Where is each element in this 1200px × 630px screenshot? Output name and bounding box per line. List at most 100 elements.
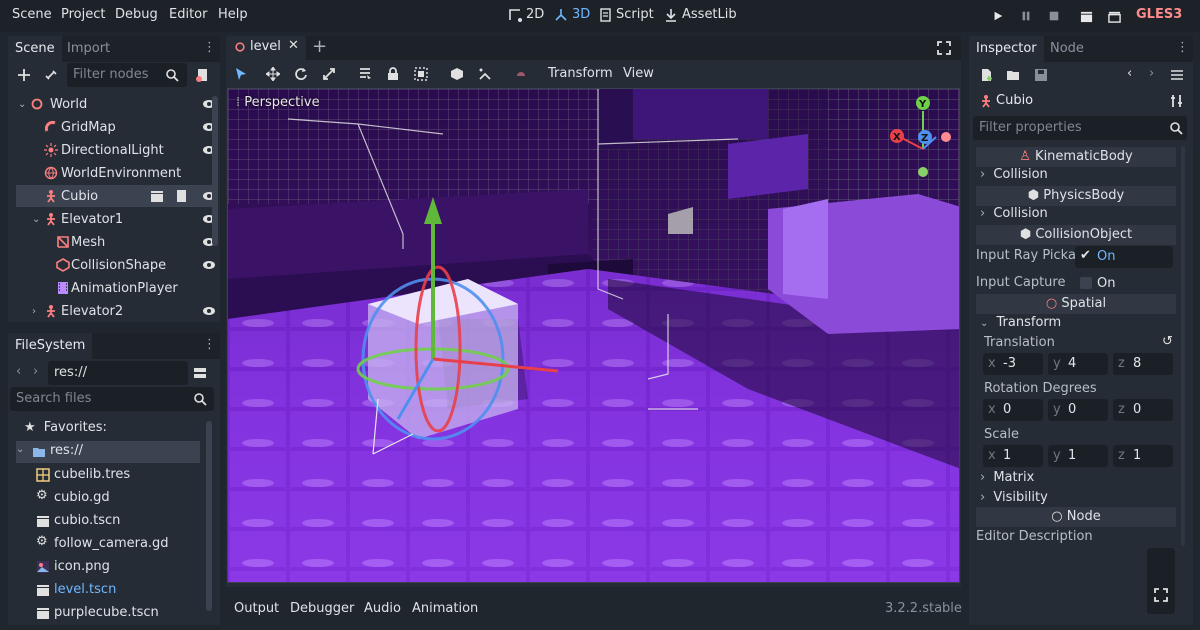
group-icon[interactable] bbox=[414, 67, 428, 81]
view-menu[interactable]: View bbox=[623, 66, 654, 81]
scene-tree-scrollbar[interactable] bbox=[212, 96, 218, 246]
tree-row-world[interactable]: ⌄ World bbox=[16, 93, 216, 115]
tree-row-directional-light[interactable]: DirectionalLight bbox=[16, 139, 216, 161]
section-node[interactable]: ○ Node bbox=[976, 507, 1176, 527]
3d-scene-render[interactable]: Y X Z bbox=[228, 89, 960, 583]
snap-icon[interactable] bbox=[478, 67, 492, 81]
tab-debugger[interactable]: Debugger bbox=[290, 601, 354, 616]
collapse-arrow-icon[interactable]: ⌄ bbox=[18, 99, 26, 110]
dock-menu-icon[interactable]: ⋮ bbox=[1176, 40, 1189, 55]
expand-editor-icon[interactable] bbox=[1154, 588, 1168, 602]
play-button[interactable] bbox=[990, 8, 1006, 24]
rotation-x-field[interactable]: x0 bbox=[983, 399, 1043, 421]
mode-assetlib-button[interactable]: AssetLib bbox=[664, 7, 737, 22]
translation-z-field[interactable]: z8 bbox=[1113, 353, 1173, 375]
stop-button[interactable] bbox=[1046, 8, 1062, 24]
visibility-eye-icon[interactable] bbox=[202, 304, 216, 318]
tree-row-world-environment[interactable]: WorldEnvironment bbox=[16, 162, 216, 184]
tree-row-cubio[interactable]: Cubio bbox=[16, 185, 216, 207]
mode-3d-button[interactable]: 3D bbox=[554, 7, 590, 22]
list-select-icon[interactable] bbox=[358, 67, 372, 81]
camera-preview-icon[interactable] bbox=[514, 67, 528, 81]
tab-audio[interactable]: Audio bbox=[364, 601, 401, 616]
section-physics-body[interactable]: ⬢ PhysicsBody bbox=[976, 186, 1176, 206]
move-icon[interactable] bbox=[266, 67, 280, 81]
menu-help[interactable]: Help bbox=[218, 7, 248, 22]
tree-row-elevator1[interactable]: ⌄ Elevator1 bbox=[16, 208, 216, 230]
dock-menu-icon[interactable]: ⋮ bbox=[203, 337, 216, 352]
section-transform[interactable]: ⌄ Transform bbox=[980, 315, 1061, 330]
search-files-input[interactable]: Search files bbox=[10, 387, 214, 411]
tree-row-mesh[interactable]: Mesh bbox=[16, 231, 216, 253]
tools-icon[interactable] bbox=[1170, 94, 1184, 108]
tab-node[interactable]: Node bbox=[1043, 36, 1091, 62]
section-collision-1[interactable]: › Collision bbox=[980, 167, 1048, 182]
tab-import[interactable]: Import bbox=[60, 36, 117, 62]
local-space-icon[interactable] bbox=[450, 67, 464, 81]
menu-debug[interactable]: Debug bbox=[115, 7, 158, 22]
input-ray-pickable-checkbox[interactable]: ✔ On bbox=[1075, 246, 1173, 268]
lock-icon[interactable] bbox=[386, 67, 400, 81]
tree-row-collision-shape[interactable]: CollisionShape bbox=[16, 254, 216, 276]
split-view-icon[interactable] bbox=[193, 366, 207, 380]
pause-button[interactable] bbox=[1018, 8, 1034, 24]
renderer-label[interactable]: GLES3 bbox=[1136, 7, 1182, 22]
section-collision-object[interactable]: ⬢ CollisionObject bbox=[976, 225, 1176, 245]
rotation-z-field[interactable]: z0 bbox=[1113, 399, 1173, 421]
scale-y-field[interactable]: y1 bbox=[1048, 445, 1108, 467]
revert-icon[interactable]: ↺ bbox=[1162, 334, 1173, 349]
select-arrow-icon[interactable] bbox=[234, 67, 248, 81]
tab-filesystem[interactable]: FileSystem bbox=[8, 333, 93, 359]
path-field[interactable]: res:// bbox=[48, 361, 188, 385]
expand-arrow-icon[interactable]: › bbox=[32, 306, 36, 317]
tab-inspector[interactable]: Inspector bbox=[969, 36, 1044, 62]
inspector-scrollbar[interactable] bbox=[1181, 146, 1185, 546]
collapse-arrow-icon[interactable]: ⌄ bbox=[16, 444, 24, 455]
translation-x-field[interactable]: x -3 bbox=[983, 353, 1043, 375]
menu-project[interactable]: Project bbox=[61, 7, 105, 22]
dock-menu-icon[interactable]: ⋮ bbox=[203, 40, 216, 55]
transform-menu[interactable]: Transform bbox=[548, 66, 613, 81]
forward-arrow-icon[interactable]: › bbox=[33, 364, 38, 379]
visibility-eye-icon[interactable] bbox=[202, 258, 216, 272]
play-custom-scene-button[interactable] bbox=[1106, 8, 1122, 24]
open-folder-icon[interactable] bbox=[1006, 68, 1020, 82]
translation-y-field[interactable]: y4 bbox=[1048, 353, 1108, 375]
3d-viewport[interactable]: Y X Z ⁞ Perspective bbox=[227, 88, 960, 583]
section-collision-2[interactable]: › Collision bbox=[980, 206, 1048, 221]
mode-script-button[interactable]: Script bbox=[598, 7, 654, 22]
back-arrow-icon[interactable]: ‹ bbox=[16, 364, 21, 379]
filesystem-scrollbar[interactable] bbox=[206, 421, 212, 611]
tree-row-animation-player[interactable]: AnimationPlayer bbox=[16, 277, 216, 299]
scale-icon[interactable] bbox=[322, 67, 336, 81]
list-item-res-root[interactable]: ⌄ res:// bbox=[16, 441, 200, 463]
tab-output[interactable]: Output bbox=[234, 601, 279, 616]
link-icon[interactable] bbox=[44, 68, 58, 82]
section-matrix[interactable]: › Matrix bbox=[980, 470, 1034, 485]
scale-x-field[interactable]: x1 bbox=[983, 445, 1043, 467]
new-tab-plus-icon[interactable]: + bbox=[312, 36, 327, 57]
new-resource-icon[interactable] bbox=[979, 68, 993, 82]
scale-z-field[interactable]: z1 bbox=[1113, 445, 1173, 467]
script-icon[interactable] bbox=[174, 189, 188, 203]
close-icon[interactable]: ✕ bbox=[288, 38, 299, 53]
viewport-perspective-label[interactable]: ⁞ Perspective bbox=[236, 95, 320, 110]
object-properties-icon[interactable] bbox=[1170, 68, 1184, 82]
section-visibility[interactable]: › Visibility bbox=[980, 490, 1048, 505]
tab-scene[interactable]: Scene bbox=[8, 36, 62, 62]
history-forward-icon[interactable]: › bbox=[1149, 66, 1154, 81]
section-kinematic-body[interactable]: ♙ KinematicBody bbox=[976, 147, 1176, 167]
collapse-arrow-icon[interactable]: ⌄ bbox=[32, 214, 40, 225]
filter-properties-input[interactable]: Filter properties bbox=[973, 116, 1187, 140]
input-capture-checkbox[interactable]: On bbox=[1075, 273, 1173, 295]
menu-scene[interactable]: Scene bbox=[12, 7, 52, 22]
fullscreen-icon[interactable] bbox=[937, 41, 951, 55]
rotation-y-field[interactable]: y0 bbox=[1048, 399, 1108, 421]
play-scene-button[interactable] bbox=[1078, 8, 1094, 24]
menu-editor[interactable]: Editor bbox=[169, 7, 207, 22]
save-icon[interactable] bbox=[1034, 68, 1048, 82]
history-back-icon[interactable]: ‹ bbox=[1127, 66, 1132, 81]
list-item-favorites[interactable]: ★ Favorites: bbox=[24, 420, 107, 442]
add-node-icon[interactable] bbox=[17, 68, 31, 82]
tree-row-gridmap[interactable]: GridMap bbox=[16, 116, 216, 138]
